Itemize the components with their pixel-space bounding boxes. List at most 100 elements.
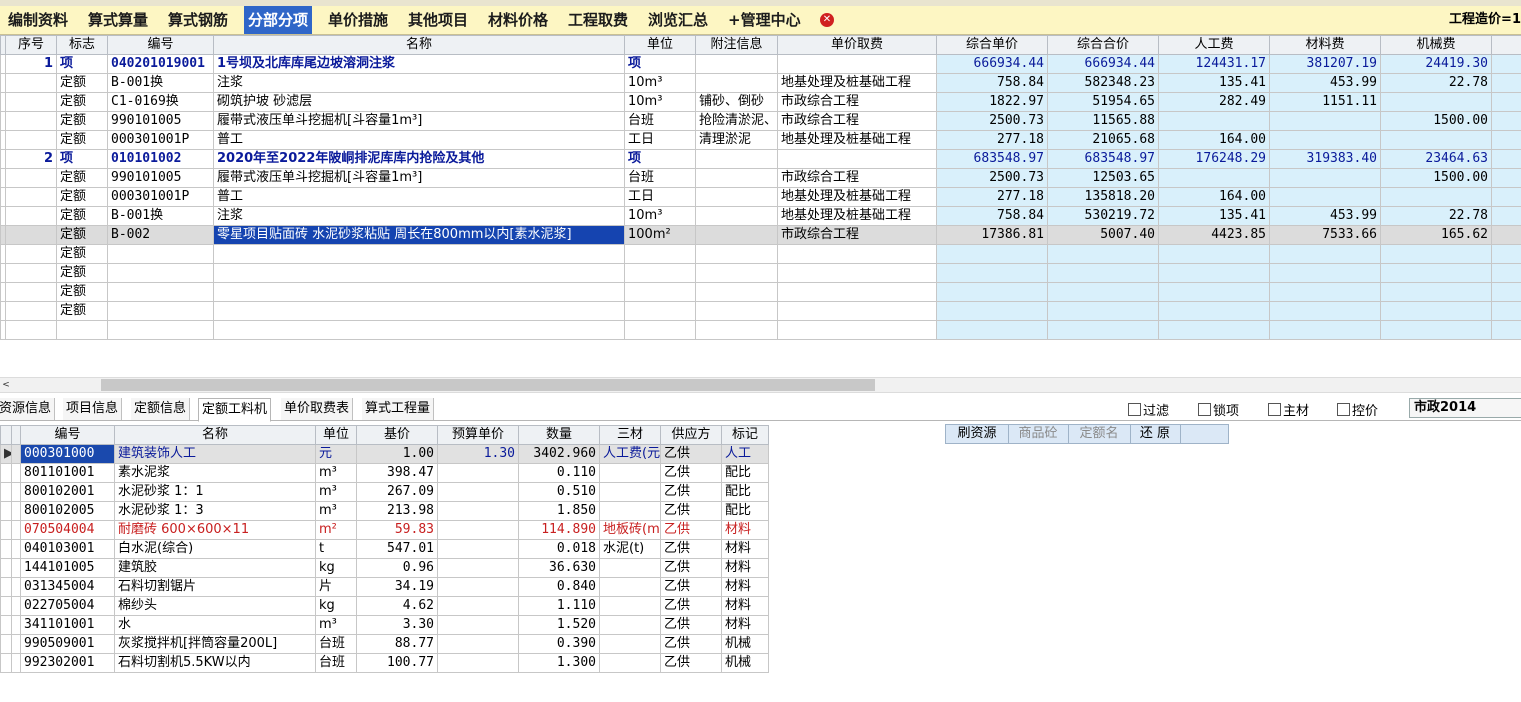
res-base[interactable]: 1.00 [356, 444, 438, 464]
tab-quota-info[interactable]: 定额信息 [131, 398, 191, 420]
cell-unit[interactable] [624, 244, 696, 264]
cell-machine[interactable] [1380, 282, 1492, 302]
res-supplier[interactable]: 乙供 [660, 634, 722, 654]
col-fee[interactable]: 单价取费 [777, 35, 937, 55]
cell-machine[interactable] [1380, 263, 1492, 283]
table-row[interactable]: 定额 [0, 301, 1521, 321]
cell-flag[interactable]: 定额 [56, 244, 108, 264]
res-mat3[interactable] [599, 501, 661, 521]
cell-labor[interactable] [1158, 111, 1270, 131]
table-row[interactable]: 定额 990101005 履带式液压单斗挖掘机[斗容量1m³] 台班 市政综合工程 250… [0, 168, 1521, 188]
table-row[interactable]: 定额 [0, 282, 1521, 302]
cell-flag[interactable]: 定额 [56, 206, 108, 226]
cell-material[interactable] [1269, 301, 1381, 321]
cell-name[interactable]: 2020年至2022年陂峒排泥库库内抢险及其他 [213, 149, 625, 169]
res-budget[interactable] [437, 634, 519, 654]
res-supplier[interactable]: 乙供 [660, 539, 722, 559]
tab-project-info[interactable]: 项目信息 [63, 398, 123, 420]
res-name[interactable]: 石料切割机5.5KW以内 [114, 653, 316, 673]
cell-code[interactable] [107, 244, 214, 264]
res-unit[interactable]: 台班 [315, 634, 357, 654]
res-unit[interactable]: m² [315, 520, 357, 540]
cell-code[interactable] [107, 301, 214, 321]
cell-fee[interactable]: 市政综合工程 [777, 111, 937, 131]
table-row[interactable]: 定额 B-001换 注浆 10m³ 地基处理及桩基础工程 758.84 582348.23 1… [0, 73, 1521, 93]
res-col-mat3[interactable]: 三材 [599, 425, 661, 445]
cell-material[interactable] [1269, 282, 1381, 302]
res-unit[interactable]: m³ [315, 463, 357, 483]
cell-unit[interactable]: 10m³ [624, 206, 696, 226]
cell-code[interactable]: 990101005 [107, 111, 214, 131]
res-base[interactable]: 34.19 [356, 577, 438, 597]
res-mat3[interactable] [599, 482, 661, 502]
res-qty[interactable]: 1.520 [518, 615, 600, 635]
cell-name[interactable]: 履带式液压单斗挖掘机[斗容量1m³] [213, 168, 625, 188]
region-select[interactable]: 市政2014 [1409, 398, 1521, 418]
cell-note[interactable] [695, 168, 778, 188]
res-name[interactable]: 水泥砂浆 1：3 [114, 501, 316, 521]
res-col-budget[interactable]: 预算单价 [437, 425, 519, 445]
cell-seq[interactable] [5, 206, 57, 226]
cell-labor[interactable]: 176248.29 [1158, 149, 1270, 169]
cell-unit[interactable]: 10m³ [624, 92, 696, 112]
cell-material[interactable] [1269, 320, 1381, 340]
res-tag[interactable]: 配比 [721, 463, 769, 483]
cell-name[interactable]: 1号坝及北库库尾边坡溶洞注浆 [213, 54, 625, 74]
cell-code[interactable]: B-002 [107, 225, 214, 245]
col-flag[interactable]: 标志 [56, 35, 108, 55]
cell-name[interactable]: 普工 [213, 187, 625, 207]
res-code[interactable]: 000301000 [20, 444, 115, 464]
res-name[interactable]: 水 [114, 615, 316, 635]
table-row[interactable]: 801101001 素水泥浆 m³ 398.47 0.110 乙供 配比 [0, 463, 769, 483]
table-row[interactable]: ▶ 000301000建筑装饰人工元1.001.303402.960人工费(元乙供… [0, 444, 769, 464]
table-row[interactable]: 定额 C1-0169换 砌筑护坡 砂滤层 10m³ 铺砂、倒砂 市政综合工程 1822.97… [0, 92, 1521, 112]
cell-code[interactable]: 000301001P [107, 130, 214, 150]
cell-code[interactable]: 010101002 [107, 149, 214, 169]
res-unit[interactable]: kg [315, 596, 357, 616]
res-tag[interactable]: 人工 [721, 444, 769, 464]
res-mat3[interactable] [599, 596, 661, 616]
res-mat3[interactable]: 人工费(元 [599, 444, 661, 464]
res-budget[interactable] [437, 501, 519, 521]
cell-fee[interactable] [777, 320, 937, 340]
cell-name[interactable]: 砌筑护坡 砂滤层 [213, 92, 625, 112]
res-col-tag[interactable]: 标记 [721, 425, 769, 445]
cell-note[interactable] [695, 225, 778, 245]
cell-unit-price[interactable]: 758.84 [936, 206, 1048, 226]
res-unit[interactable]: 元 [315, 444, 357, 464]
res-base[interactable]: 4.62 [356, 596, 438, 616]
res-name[interactable]: 耐磨砖 600×600×11 [114, 520, 316, 540]
cell-total[interactable] [1047, 263, 1159, 283]
res-base[interactable]: 267.09 [356, 482, 438, 502]
tab-formula-qty[interactable]: 算式算量 [84, 6, 152, 34]
cell-total[interactable]: 582348.23 [1047, 73, 1159, 93]
cell-fee[interactable] [777, 263, 937, 283]
cell-note[interactable]: 抢险清淤泥、 [695, 111, 778, 131]
tab-other-items[interactable]: 其他项目 [404, 6, 472, 34]
cell-labor[interactable] [1158, 168, 1270, 188]
cell-machine[interactable]: 165.62 [1380, 225, 1492, 245]
cell-material[interactable] [1269, 263, 1381, 283]
cell-name[interactable]: 履带式液压单斗挖掘机[斗容量1m³] [213, 111, 625, 131]
cell-unit[interactable] [624, 282, 696, 302]
cell-seq[interactable] [5, 225, 57, 245]
tab-quota-resources[interactable]: 定额工料机 [198, 398, 272, 422]
cell-unit-price[interactable]: 277.18 [936, 187, 1048, 207]
cell-material[interactable]: 7533.66 [1269, 225, 1381, 245]
cell-labor[interactable]: 124431.17 [1158, 54, 1270, 74]
cell-note[interactable] [695, 187, 778, 207]
cell-labor[interactable]: 135.41 [1158, 73, 1270, 93]
cell-name[interactable]: 注浆 [213, 73, 625, 93]
res-qty[interactable]: 0.018 [518, 539, 600, 559]
res-name[interactable]: 水泥砂浆 1：1 [114, 482, 316, 502]
col-seq[interactable]: 序号 [5, 35, 57, 55]
cell-total[interactable]: 135818.20 [1047, 187, 1159, 207]
res-code[interactable]: 992302001 [20, 653, 115, 673]
cell-total[interactable] [1047, 320, 1159, 340]
cell-unit[interactable] [624, 263, 696, 283]
res-budget[interactable] [437, 482, 519, 502]
table-row[interactable] [0, 320, 1521, 340]
cell-fee[interactable]: 地基处理及桩基础工程 [777, 73, 937, 93]
col-code[interactable]: 编号 [107, 35, 214, 55]
cell-unit-price[interactable] [936, 263, 1048, 283]
